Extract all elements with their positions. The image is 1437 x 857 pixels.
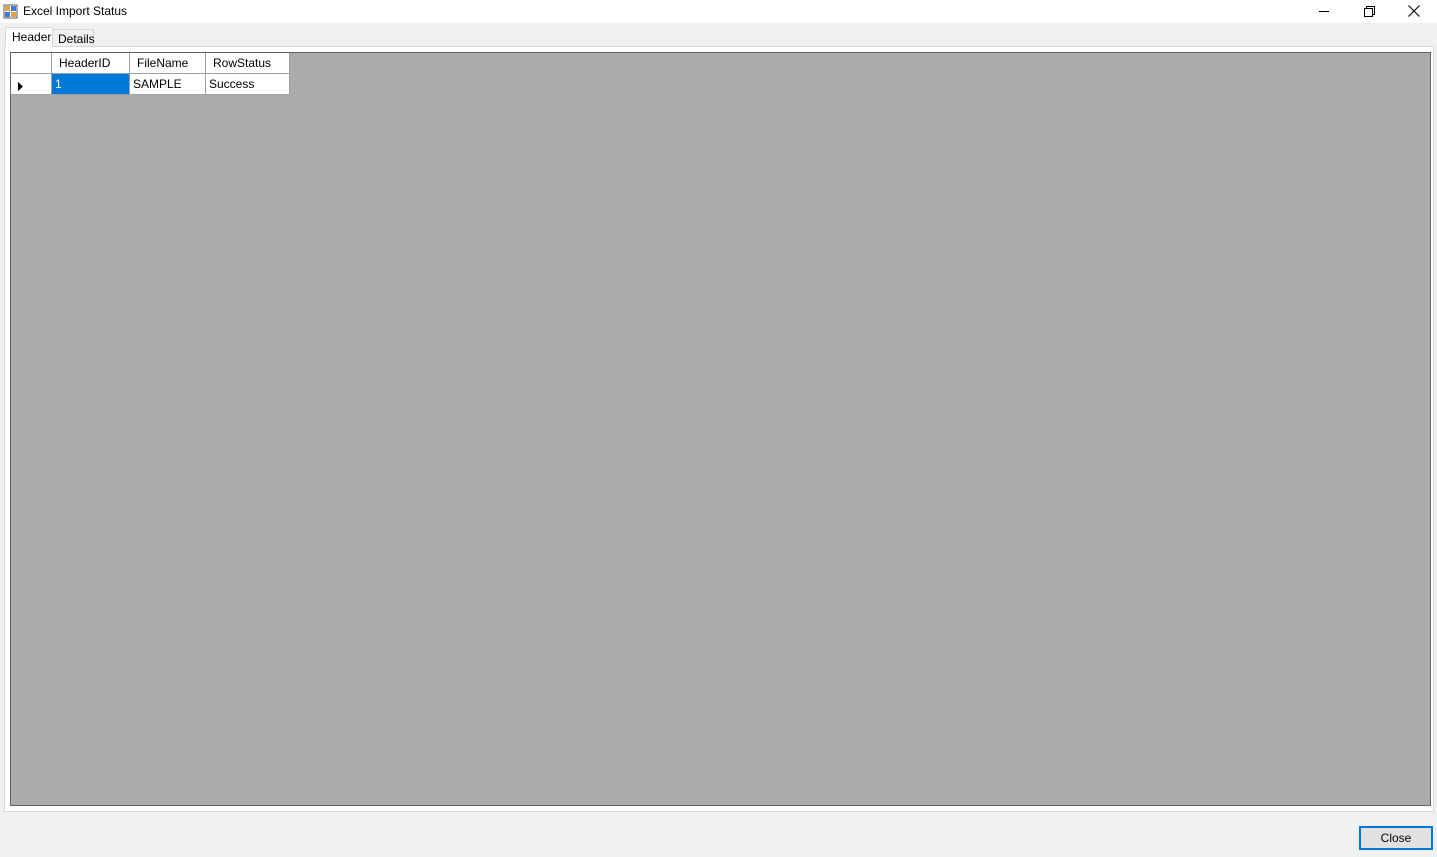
row-header[interactable]	[11, 74, 52, 95]
grid-corner-header[interactable]	[11, 53, 52, 74]
cell-rowstatus[interactable]: Success	[206, 74, 290, 95]
minimize-icon	[1319, 6, 1329, 16]
current-row-triangle-icon	[18, 80, 23, 94]
close-button[interactable]: Close	[1359, 826, 1433, 850]
column-header-rowstatus[interactable]: RowStatus	[206, 53, 290, 74]
window-title: Excel Import Status	[23, 4, 128, 18]
column-header-filename[interactable]: FileName	[130, 53, 206, 74]
cell-headerid[interactable]: 1	[52, 74, 130, 95]
app-form-icon[interactable]	[3, 4, 18, 19]
title-bar: Excel Import Status	[0, 0, 1437, 23]
window-close-button[interactable]	[1391, 0, 1437, 22]
tab-details[interactable]: Details	[53, 29, 95, 46]
column-header-headerid[interactable]: HeaderID	[52, 53, 130, 74]
header-data-grid[interactable]: HeaderID FileName RowStatus 1 SAMPLE Suc…	[10, 52, 1431, 806]
minimize-button[interactable]	[1301, 0, 1347, 22]
restore-icon	[1363, 5, 1375, 17]
restore-button[interactable]	[1346, 0, 1392, 22]
cell-filename[interactable]: SAMPLE	[130, 74, 206, 95]
close-icon	[1408, 5, 1420, 17]
tab-header[interactable]: Header	[5, 27, 53, 47]
